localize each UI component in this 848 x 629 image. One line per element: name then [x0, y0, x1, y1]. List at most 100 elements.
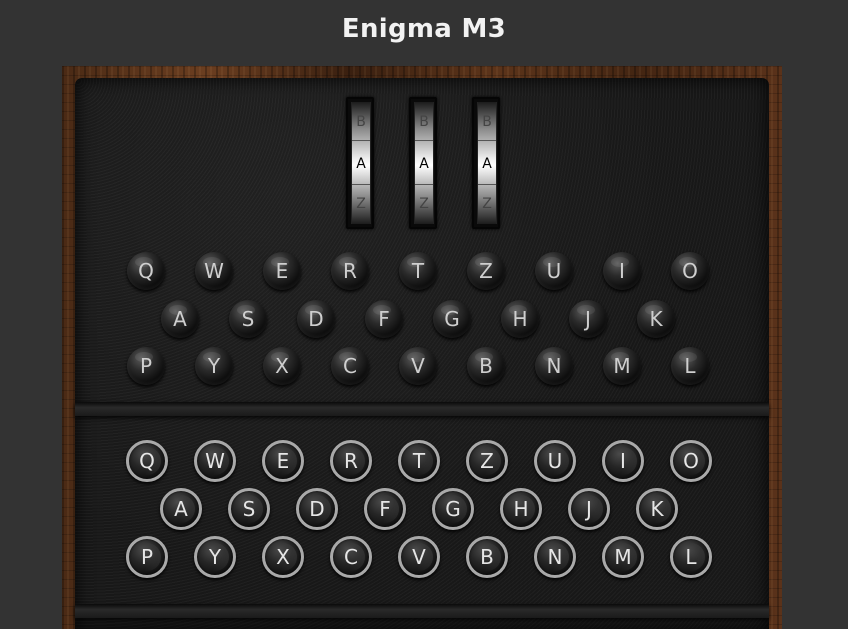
lamp-label: N: [546, 354, 562, 378]
key-label: K: [650, 497, 664, 521]
key-l-button[interactable]: L: [670, 536, 712, 578]
key-label: P: [140, 545, 154, 569]
key-z-button[interactable]: Z: [466, 440, 508, 482]
lamp-w: W: [195, 252, 233, 290]
lamp-label: Z: [479, 259, 493, 283]
lamp-label: Q: [138, 259, 154, 283]
key-label: R: [344, 449, 358, 473]
rotor-next-letter: Z: [482, 196, 492, 212]
lamp-a: A: [161, 300, 199, 338]
rotor-middle[interactable]: B A Z: [409, 97, 437, 229]
lamp-label: U: [546, 259, 562, 283]
key-label: D: [309, 497, 325, 521]
rotor-prev-letter: B: [356, 114, 366, 130]
lamp-r: R: [331, 252, 369, 290]
lamp-label: I: [619, 259, 625, 283]
lamp-h: H: [501, 300, 539, 338]
lamp-label: J: [585, 307, 591, 331]
key-i-button[interactable]: I: [602, 440, 644, 482]
key-label: I: [620, 449, 626, 473]
lamp-l: L: [671, 347, 709, 385]
key-u-button[interactable]: U: [534, 440, 576, 482]
key-b-button[interactable]: B: [466, 536, 508, 578]
lamp-label: W: [204, 259, 224, 283]
lamp-c: C: [331, 347, 369, 385]
lamp-label: O: [682, 259, 698, 283]
key-y-button[interactable]: Y: [194, 536, 236, 578]
lamp-k: K: [637, 300, 675, 338]
key-x-button[interactable]: X: [262, 536, 304, 578]
lamp-g: G: [433, 300, 471, 338]
lamp-e: E: [263, 252, 301, 290]
lamp-s: S: [229, 300, 267, 338]
key-d-button[interactable]: D: [296, 488, 338, 530]
lamp-z: Z: [467, 252, 505, 290]
lamp-label: P: [139, 354, 153, 378]
rotor-next-letter: Z: [419, 196, 429, 212]
rotor-current-letter: A: [356, 156, 366, 172]
lamp-label: B: [479, 354, 493, 378]
rotor-left[interactable]: B A Z: [346, 97, 374, 229]
key-label: M: [614, 545, 632, 569]
key-f-button[interactable]: F: [364, 488, 406, 530]
key-e-button[interactable]: E: [262, 440, 304, 482]
key-r-button[interactable]: R: [330, 440, 372, 482]
rotor-prev-letter: B: [482, 114, 492, 130]
key-label: E: [276, 449, 290, 473]
key-label: V: [412, 545, 426, 569]
lamp-label: Y: [207, 354, 221, 378]
lamp-label: T: [411, 259, 425, 283]
page-title: Enigma M3: [341, 14, 507, 44]
key-label: J: [586, 497, 592, 521]
key-label: H: [513, 497, 529, 521]
key-m-button[interactable]: M: [602, 536, 644, 578]
key-q-button[interactable]: Q: [126, 440, 168, 482]
lamp-m: M: [603, 347, 641, 385]
key-n-button[interactable]: N: [534, 536, 576, 578]
key-k-button[interactable]: K: [636, 488, 678, 530]
lamp-o: O: [671, 252, 709, 290]
lamp-j: J: [569, 300, 607, 338]
lamp-b: B: [467, 347, 505, 385]
lamp-label: V: [411, 354, 425, 378]
key-t-button[interactable]: T: [398, 440, 440, 482]
key-label: X: [276, 545, 290, 569]
key-label: G: [445, 497, 461, 521]
lamp-label: R: [343, 259, 357, 283]
key-p-button[interactable]: P: [126, 536, 168, 578]
lamp-d: D: [297, 300, 335, 338]
lamp-label: L: [684, 354, 696, 378]
key-label: Y: [208, 545, 222, 569]
key-h-button[interactable]: H: [500, 488, 542, 530]
rotor-current-letter: A: [482, 156, 492, 172]
key-label: N: [547, 545, 563, 569]
key-c-button[interactable]: C: [330, 536, 372, 578]
lamp-q: Q: [127, 252, 165, 290]
lamp-y: Y: [195, 347, 233, 385]
key-g-button[interactable]: G: [432, 488, 474, 530]
key-label: L: [685, 545, 697, 569]
key-label: B: [480, 545, 494, 569]
lamp-p: P: [127, 347, 165, 385]
key-w-button[interactable]: W: [194, 440, 236, 482]
lamp-label: X: [275, 354, 289, 378]
lamp-label: M: [613, 354, 631, 378]
lamp-label: D: [308, 307, 324, 331]
key-o-button[interactable]: O: [670, 440, 712, 482]
lamp-label: K: [649, 307, 663, 331]
rotor-next-letter: Z: [356, 196, 366, 212]
key-label: A: [174, 497, 188, 521]
key-s-button[interactable]: S: [228, 488, 270, 530]
lamp-label: E: [275, 259, 289, 283]
lamp-label: G: [444, 307, 460, 331]
panel-divider-bottom: [75, 604, 769, 618]
lamp-label: F: [378, 307, 390, 331]
rotor-right[interactable]: B A Z: [472, 97, 500, 229]
key-v-button[interactable]: V: [398, 536, 440, 578]
lamp-n: N: [535, 347, 573, 385]
panel-divider: [75, 402, 769, 416]
key-a-button[interactable]: A: [160, 488, 202, 530]
key-j-button[interactable]: J: [568, 488, 610, 530]
rotor-prev-letter: B: [419, 114, 429, 130]
lamp-label: A: [173, 307, 187, 331]
